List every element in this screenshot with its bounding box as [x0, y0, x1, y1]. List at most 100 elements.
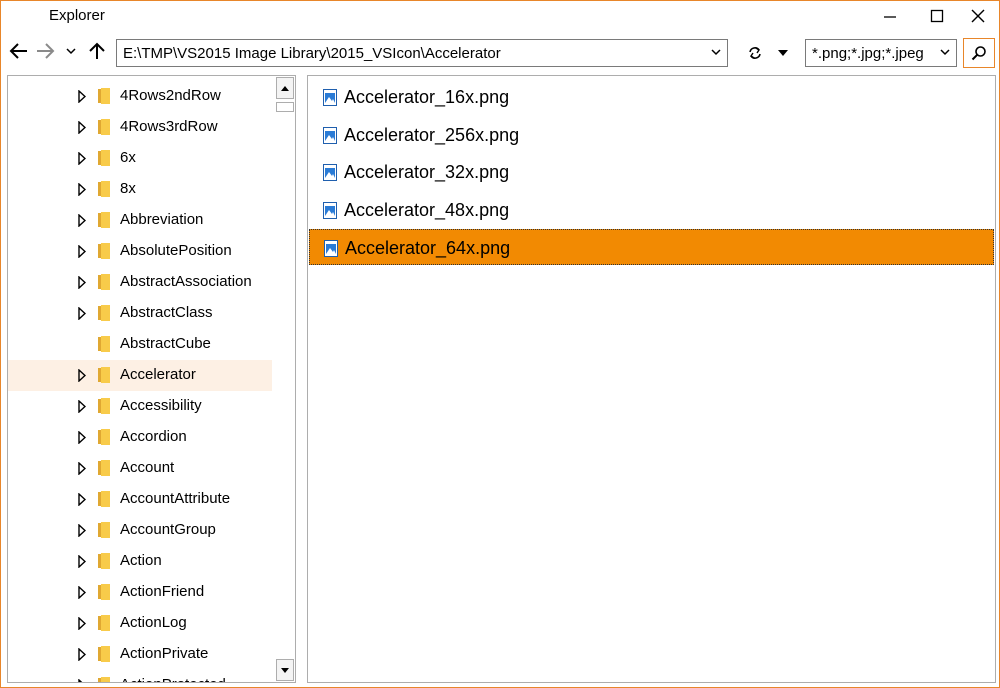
minimize-button[interactable]: [867, 1, 913, 31]
expand-arrow-icon[interactable]: [78, 586, 86, 599]
minimize-icon: [884, 16, 896, 18]
tree-item[interactable]: 4Rows2ndRow: [8, 81, 272, 112]
window-title: Explorer: [49, 7, 105, 24]
tree-item[interactable]: AbstractAssociation: [8, 267, 272, 298]
recent-locations-button[interactable]: [61, 41, 81, 61]
file-item[interactable]: Accelerator_64x.png: [309, 229, 994, 265]
address-text[interactable]: E:\TMP\VS2015 Image Library\2015_VSIcon\…: [123, 45, 501, 62]
tree-item[interactable]: ActionFriend: [8, 577, 272, 608]
tree-item[interactable]: Accelerator: [8, 360, 272, 391]
image-file-icon: [323, 201, 337, 219]
tree-item-label: 4Rows2ndRow: [120, 87, 221, 104]
close-button[interactable]: [955, 1, 999, 31]
expand-arrow-icon[interactable]: [78, 183, 86, 196]
tree-item-label: Accessibility: [120, 397, 202, 414]
tree-item-label: Account: [120, 459, 175, 476]
maximize-icon: [930, 9, 944, 23]
tree-item[interactable]: Abbreviation: [8, 205, 272, 236]
arrow-right-icon: [37, 43, 55, 59]
tree-item-label: AbsolutePosition: [120, 242, 232, 259]
tree-item[interactable]: 8x: [8, 174, 272, 205]
expand-arrow-icon[interactable]: [78, 152, 86, 165]
folder-icon: [98, 243, 110, 259]
file-item[interactable]: Accelerator_16x.png: [309, 79, 994, 115]
expand-arrow-icon[interactable]: [78, 493, 86, 506]
scroll-thumb[interactable]: [276, 102, 294, 112]
expand-arrow-icon[interactable]: [78, 555, 86, 568]
chevron-down-icon[interactable]: [711, 48, 721, 56]
folder-icon: [98, 367, 110, 383]
expand-arrow-icon[interactable]: [78, 524, 86, 537]
tree-item[interactable]: ActionProtected: [8, 670, 272, 683]
tree-vertical-scrollbar[interactable]: [274, 76, 295, 682]
search-button[interactable]: [963, 38, 995, 68]
tree-item[interactable]: AbstractCube: [8, 329, 272, 360]
file-item[interactable]: Accelerator_256x.png: [309, 117, 994, 153]
image-file-icon: [324, 240, 338, 257]
tree-item-label: AbstractClass: [120, 304, 213, 321]
folder-icon: [98, 491, 110, 507]
tree-item-label: ActionFriend: [120, 583, 205, 600]
expand-arrow-icon[interactable]: [78, 245, 86, 258]
tree-item[interactable]: 4Rows3rdRow: [8, 112, 272, 143]
scroll-down-icon: [281, 667, 289, 673]
up-button[interactable]: [85, 39, 109, 63]
tree-item[interactable]: AbsolutePosition: [8, 236, 272, 267]
tree-item-label: 4Rows3rdRow: [120, 118, 218, 135]
folder-icon: [98, 336, 110, 352]
chevron-down-icon: [66, 48, 76, 55]
tree-item[interactable]: ActionLog: [8, 608, 272, 639]
expand-arrow-icon[interactable]: [78, 307, 86, 320]
expand-arrow-icon[interactable]: [78, 462, 86, 475]
tree-item[interactable]: Accordion: [8, 422, 272, 453]
image-file-icon: [323, 126, 337, 144]
expand-arrow-icon[interactable]: [78, 276, 86, 289]
expand-arrow-icon[interactable]: [78, 90, 86, 103]
folder-icon: [98, 553, 110, 569]
scroll-down-button[interactable]: [276, 659, 294, 681]
folder-tree[interactable]: 4Rows2ndRow 4Rows3rdRow 6x 8x Abbreviation Ab…: [7, 75, 296, 683]
expand-arrow-icon[interactable]: [78, 400, 86, 413]
file-item[interactable]: Accelerator_48x.png: [309, 192, 994, 228]
refresh-button[interactable]: [743, 41, 767, 65]
tree-item-label: 8x: [120, 180, 136, 197]
expand-arrow-icon[interactable]: [78, 648, 86, 661]
folder-icon: [98, 88, 110, 104]
scroll-up-icon: [281, 85, 289, 91]
tree-item-label: AccountAttribute: [120, 490, 231, 507]
tree-item[interactable]: Account: [8, 453, 272, 484]
expand-arrow-icon[interactable]: [78, 617, 86, 630]
file-filter-dropdown[interactable]: *.png;*.jpg;*.jpeg: [805, 39, 957, 67]
maximize-button[interactable]: [914, 1, 960, 31]
forward-button[interactable]: [33, 39, 57, 63]
scroll-up-button[interactable]: [276, 77, 294, 99]
expand-arrow-icon[interactable]: [78, 214, 86, 227]
expand-arrow-icon[interactable]: [78, 431, 86, 444]
tree-item[interactable]: 6x: [8, 143, 272, 174]
tree-item[interactable]: AccountGroup: [8, 515, 272, 546]
tree-item-label: ActionPrivate: [120, 645, 209, 662]
tree-item[interactable]: AbstractClass: [8, 298, 272, 329]
refresh-options-button[interactable]: [773, 43, 793, 63]
folder-icon: [98, 615, 110, 631]
tree-item-label: AccountGroup: [120, 521, 216, 538]
back-button[interactable]: [7, 39, 31, 63]
folder-icon: [98, 181, 110, 197]
tree-item[interactable]: Action: [8, 546, 272, 577]
folder-icon: [98, 677, 110, 682]
folder-icon: [98, 305, 110, 321]
file-list[interactable]: Accelerator_16x.png Accelerator_256x.png A…: [307, 75, 996, 683]
expand-arrow-icon[interactable]: [78, 679, 86, 683]
file-item[interactable]: Accelerator_32x.png: [309, 154, 994, 190]
image-file-icon: [323, 89, 337, 106]
tree-item-label: AbstractAssociation: [120, 273, 252, 290]
address-bar[interactable]: E:\TMP\VS2015 Image Library\2015_VSIcon\…: [116, 39, 728, 67]
tree-item[interactable]: Accessibility: [8, 391, 272, 422]
expand-arrow-icon[interactable]: [78, 121, 86, 134]
expand-arrow-icon[interactable]: [78, 369, 86, 382]
tree-item[interactable]: ActionPrivate: [8, 639, 272, 670]
file-filter-value[interactable]: *.png;*.jpg;*.jpeg: [812, 45, 924, 62]
chevron-down-icon[interactable]: [940, 48, 950, 56]
explorer-window: Explorer E:\TMP\VS2015 Image Library\201…: [0, 0, 1000, 688]
tree-item[interactable]: AccountAttribute: [8, 484, 272, 515]
